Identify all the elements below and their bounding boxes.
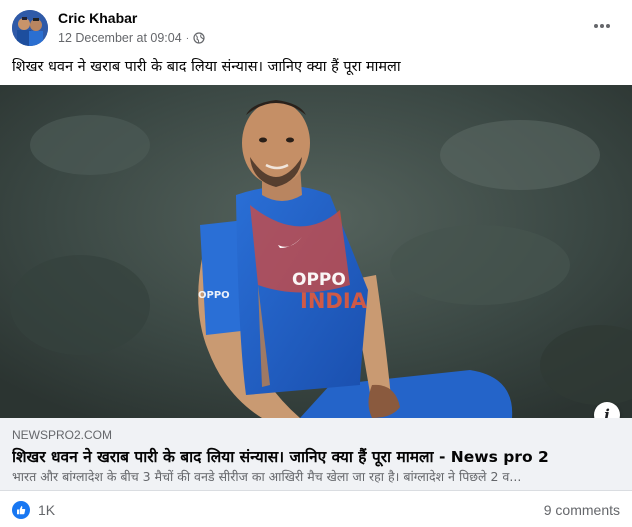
title-separator: - xyxy=(433,448,451,466)
link-headline: शिखर धवन ने खराब पारी के बाद लिया संन्या… xyxy=(12,448,434,466)
link-site-name: News pro 2 xyxy=(450,448,549,466)
svg-text:INDIA: INDIA xyxy=(300,289,368,313)
page-avatar[interactable] xyxy=(12,10,48,46)
more-horizontal-icon[interactable] xyxy=(590,16,614,36)
post-meta: 12 December at 09:04 · xyxy=(58,31,205,45)
meta-separator: · xyxy=(185,32,190,44)
globe-icon xyxy=(193,32,205,44)
svg-text:OPPO: OPPO xyxy=(292,270,346,290)
comment-count[interactable]: 9 comments xyxy=(544,502,620,518)
link-preview[interactable]: NEWSPRO2.COM शिखर धवन ने खराब पारी के बा… xyxy=(0,418,632,491)
reaction-count[interactable]: 1K xyxy=(38,502,55,518)
link-title[interactable]: शिखर धवन ने खराब पारी के बाद लिया संन्या… xyxy=(12,445,620,467)
page-name[interactable]: Cric Khabar xyxy=(58,10,137,26)
reactions-bar: 1K 9 comments xyxy=(12,499,620,521)
link-domain: NEWSPRO2.COM xyxy=(12,428,113,442)
post-caption: शिखर धवन ने खराब पारी के बाद लिया संन्या… xyxy=(12,59,401,75)
facebook-post: Cric Khabar 12 December at 09:04 · शिखर … xyxy=(0,0,632,527)
post-image[interactable]: OPPO INDIA OPPO xyxy=(0,85,632,418)
post-header: Cric Khabar 12 December at 09:04 · xyxy=(12,10,620,50)
svg-text:OPPO: OPPO xyxy=(198,290,230,301)
post-timestamp[interactable]: 12 December at 09:04 xyxy=(58,31,182,45)
link-description: भारत और बांग्लादेश के बीच 3 मैचों की वनड… xyxy=(12,469,522,484)
like-reaction-icon[interactable] xyxy=(12,501,30,519)
